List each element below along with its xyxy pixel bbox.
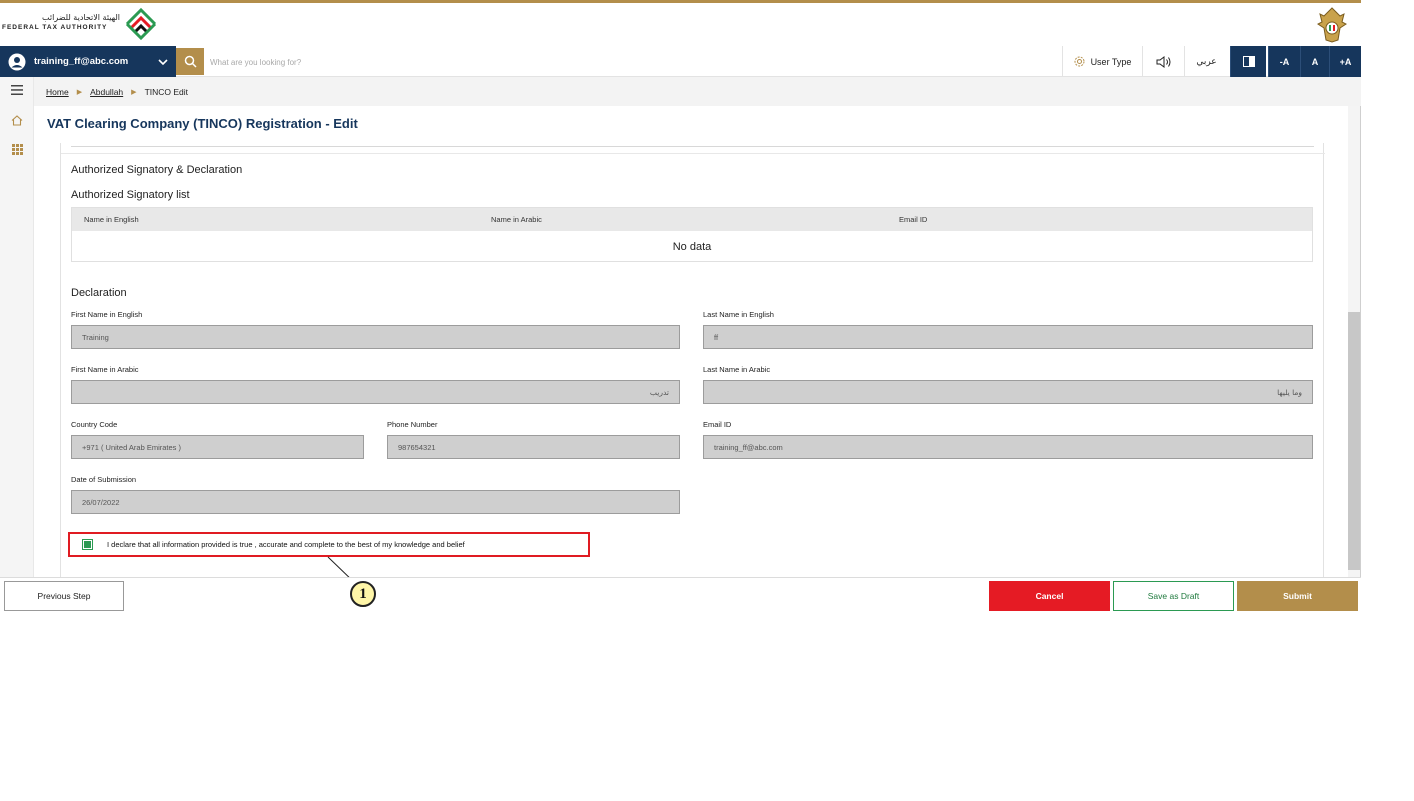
first-name-en-field[interactable]: Training [71,325,680,349]
last-name-ar-label: Last Name in Arabic [703,365,771,374]
fta-logo-text[interactable]: الهيئة الاتحادية للضرائب FEDERAL TAX AUT… [2,13,120,32]
uae-emblem-icon [1317,7,1347,43]
breadcrumb-abdullah-link[interactable]: Abdullah [90,87,123,97]
font-increase-button[interactable]: +A [1329,46,1361,77]
save-draft-button[interactable]: Save as Draft [1113,581,1234,611]
table-empty-message: No data [672,240,712,253]
submit-button[interactable]: Submit [1237,581,1358,611]
annotation-callout-badge: 1 [350,581,376,607]
fta-logo-icon[interactable] [123,6,159,42]
signatory-list-title: Authorized Signatory list [71,189,190,201]
font-normal-button[interactable]: A [1300,46,1329,77]
contrast-toggle-button[interactable] [1230,46,1266,77]
signatory-table: Name in English Name in Arabic Email ID … [71,207,1313,262]
sidebar-item-home[interactable] [9,112,25,128]
submission-date-label: Date of Submission [71,475,137,484]
logo-english-text: FEDERAL TAX AUTHORITY [2,24,108,31]
app-window: الهيئة الاتحادية للضرائب FEDERAL TAX AUT… [0,0,1361,614]
audio-button[interactable] [1142,46,1184,77]
site-header: الهيئة الاتحادية للضرائب FEDERAL TAX AUT… [0,3,1361,46]
hamburger-icon [11,85,23,95]
email-field[interactable]: training_ff@abc.com [703,435,1313,459]
divider [61,153,1325,154]
declaration-checkbox-row[interactable]: I declare that all information provided … [68,532,590,557]
divider [71,146,1314,147]
user-type-button[interactable]: User Type [1062,46,1142,77]
previous-step-button[interactable]: Previous Step [4,581,124,611]
breadcrumb: Home ▶ Abdullah ▶ TINCO Edit [34,77,1361,106]
user-email: training_ff@abc.com [34,56,129,67]
country-code-field[interactable]: +971 ( United Arab Emirates ) [71,435,364,459]
section-title: Authorized Signatory & Declaration [71,164,243,176]
checkbox-checked-icon [84,541,91,548]
logo-arabic-text: الهيئة الاتحادية للضرائب [42,13,120,22]
last-name-ar-field[interactable]: وما يليها [703,380,1313,404]
email-label: Email ID [703,420,732,429]
table-header: Name in English Name in Arabic Email ID [72,208,1312,231]
declaration-title: Declaration [71,287,127,299]
column-header-name-english[interactable]: Name in English [84,215,139,224]
country-code-label: Country Code [71,420,118,429]
home-icon [11,114,23,126]
breadcrumb-separator-icon: ▶ [76,88,83,96]
declaration-text: I declare that all information provided … [107,540,465,549]
breadcrumb-home-link[interactable]: Home [46,87,69,97]
first-name-en-label: First Name in English [71,310,143,319]
search-input[interactable] [210,51,810,73]
speaker-icon [1156,55,1170,68]
declaration-checkbox[interactable] [82,539,93,550]
grid-icon [11,143,23,155]
top-toolbar: training_ff@abc.com User Type [0,46,1361,77]
phone-number-field[interactable]: 987654321 [387,435,680,459]
cancel-button[interactable]: Cancel [989,581,1110,611]
last-name-en-label: Last Name in English [703,310,774,319]
first-name-ar-field[interactable]: تدريب [71,380,680,404]
chevron-down-icon[interactable] [158,57,168,67]
breadcrumb-separator-icon: ▶ [131,88,137,96]
gear-icon [1074,56,1085,67]
contrast-icon [1242,56,1255,67]
column-header-email[interactable]: Email ID [899,215,927,224]
user-avatar-icon [8,53,26,70]
scrollbar-thumb[interactable] [1348,312,1360,570]
footer-bar: Previous Step Cancel Save as Draft Submi… [0,577,1361,614]
search-button[interactable] [176,48,204,75]
column-header-name-arabic[interactable]: Name in Arabic [491,215,542,224]
language-toggle-button[interactable]: عربي [1184,46,1228,77]
sidebar [0,77,34,577]
menu-toggle-button[interactable] [9,82,25,98]
font-decrease-button[interactable]: -A [1268,46,1300,77]
submission-date-field[interactable]: 26/07/2022 [71,490,680,514]
page-title: VAT Clearing Company (TINCO) Registratio… [47,116,358,131]
breadcrumb-current: TINCO Edit [144,86,189,97]
user-type-label: User Type [1090,56,1132,67]
phone-number-label: Phone Number [387,420,438,429]
first-name-ar-label: First Name in Arabic [71,365,139,374]
search-icon [184,55,197,68]
user-account-menu[interactable]: training_ff@abc.com [0,46,176,77]
last-name-en-field[interactable]: ff [703,325,1313,349]
sidebar-item-apps[interactable] [9,141,25,157]
